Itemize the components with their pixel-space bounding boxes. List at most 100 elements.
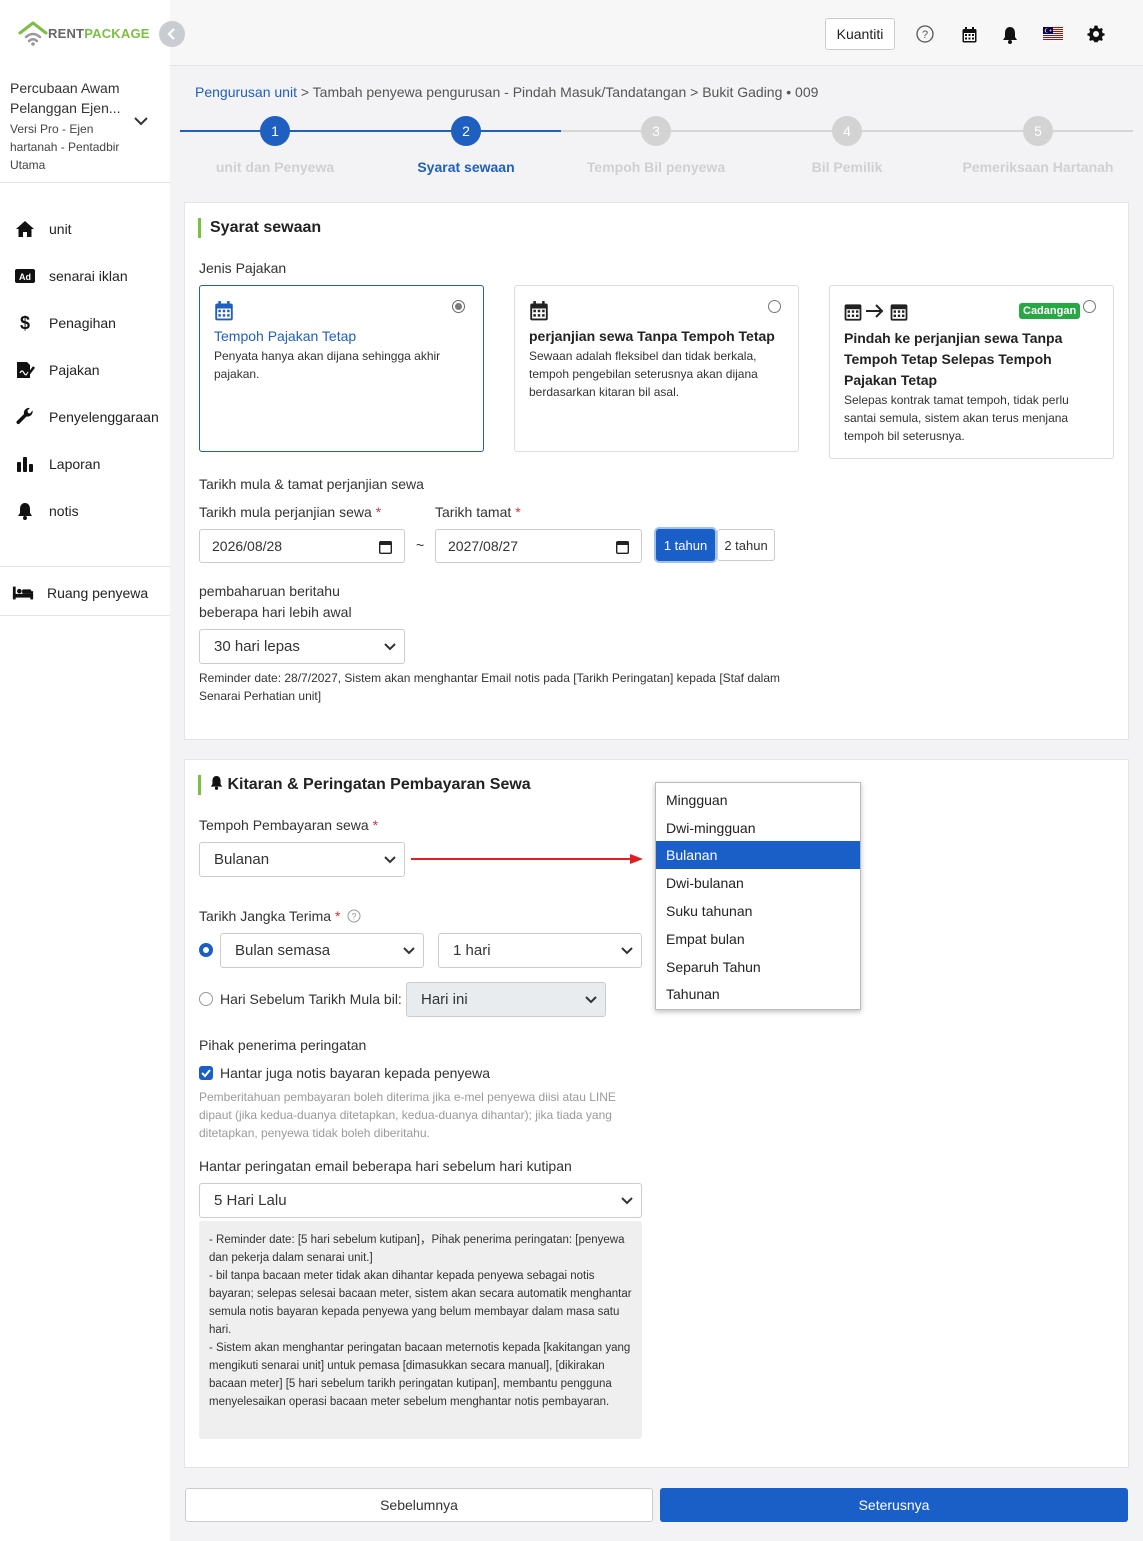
due-day-select[interactable]: 1 hari xyxy=(438,933,642,968)
start-date-label-text: Tarikh mula perjanjian sewa xyxy=(199,504,372,520)
step-3-label: Tempoh Bil penyewa xyxy=(586,159,726,175)
dropdown-option-biweekly[interactable]: Dwi-mingguan xyxy=(656,814,860,842)
chevron-down-icon xyxy=(134,117,148,126)
recipients-label: Pihak penerima peringatan xyxy=(199,1037,367,1053)
checkmark-icon xyxy=(201,1069,211,1078)
next-button[interactable]: Seterusnya xyxy=(660,1488,1128,1522)
sidebar: RENT PACKAGE Percubaan Awam Pelanggan Ej… xyxy=(0,0,170,1541)
collapse-sidebar-button[interactable] xyxy=(159,21,185,47)
lease-type-label: Jenis Pajakan xyxy=(199,260,287,276)
svg-text:?: ? xyxy=(352,912,357,922)
days-before-select[interactable]: Hari ini xyxy=(406,982,606,1017)
step-2-label: Syarat sewaan xyxy=(417,159,515,175)
due-date-label-text: Tarikh Jangka Terima xyxy=(199,908,332,924)
sidebar-item-reports[interactable]: Laporan xyxy=(14,452,100,476)
date-range-separator: ~ xyxy=(416,537,425,553)
step-3-circle[interactable]: 3 xyxy=(641,116,671,146)
previous-button[interactable]: Sebelumnya xyxy=(185,1488,653,1522)
lease-option-fixed[interactable]: Tempoh Pajakan Tetap Penyata hanya akan … xyxy=(199,285,484,452)
dropdown-option-half-yearly[interactable]: Separuh Tahun xyxy=(656,953,860,981)
payment-period-value: Bulanan xyxy=(214,851,270,868)
chevron-down-icon xyxy=(621,1196,633,1204)
lease-option-desc: Sewaan adalah fleksibel dan tidak berkal… xyxy=(529,349,758,399)
dropdown-option-four-monthly[interactable]: Empat bulan xyxy=(656,925,860,953)
dollar-icon: $ xyxy=(19,312,30,333)
gear-icon[interactable] xyxy=(1087,25,1105,43)
calendar-icon[interactable] xyxy=(616,540,629,554)
malaysia-flag-icon[interactable] xyxy=(1043,27,1063,41)
calendar-icon[interactable] xyxy=(962,27,977,43)
svg-text:Ad: Ad xyxy=(19,272,31,282)
lease-option-desc: Selepas kontrak tamat tempoh, tidak perl… xyxy=(844,393,1069,443)
dropdown-option-monthly[interactable]: Bulanan xyxy=(656,841,860,869)
due-month-value: Bulan semasa xyxy=(235,942,331,959)
email-days-select[interactable]: 5 Hari Lalu xyxy=(199,1183,642,1218)
step-5-circle[interactable]: 5 xyxy=(1023,116,1053,146)
sidebar-item-label: senarai iklan xyxy=(49,268,128,284)
step-4-circle[interactable]: 4 xyxy=(832,116,862,146)
days-before-radio[interactable] xyxy=(199,992,213,1006)
dropdown-option-quarterly[interactable]: Suku tahunan xyxy=(656,897,860,925)
calendar-icon xyxy=(215,301,233,321)
step-5-label: Pemeriksaan Hartanah xyxy=(962,159,1114,175)
chevron-left-icon xyxy=(167,28,175,40)
lease-option-open-ended-radio[interactable] xyxy=(768,300,781,313)
renew-notice-label-line1: pembaharuan beritahu xyxy=(199,583,340,599)
sidebar-item-label: notis xyxy=(49,503,79,519)
notify-tenant-checkbox[interactable] xyxy=(199,1066,213,1080)
bell-icon[interactable] xyxy=(1002,26,1018,44)
step-2-circle[interactable]: 2 xyxy=(451,116,481,146)
lease-option-fixed-radio[interactable] xyxy=(452,300,465,313)
info-line-3: - Sistem akan menghantar peringatan baca… xyxy=(209,1342,631,1408)
dropdown-option-bimonthly[interactable]: Dwi-bulanan xyxy=(656,869,860,897)
payment-period-select[interactable]: Bulanan xyxy=(199,842,405,877)
due-month-radio[interactable] xyxy=(199,943,213,957)
quantity-button[interactable]: Kuantiti xyxy=(825,18,895,50)
one-year-button[interactable]: 1 tahun xyxy=(656,529,715,561)
stepper-progress-line xyxy=(180,130,561,132)
due-month-select[interactable]: Bulan semasa xyxy=(220,933,424,968)
end-date-label-text: Tarikh tamat xyxy=(435,504,512,520)
help-icon[interactable]: ? xyxy=(347,909,361,923)
contract-icon xyxy=(14,360,36,380)
lease-option-convert-radio[interactable] xyxy=(1083,300,1096,313)
lease-option-title: perjanjian sewa Tanpa Tempoh Tetap xyxy=(529,328,775,344)
lease-option-open-ended[interactable]: perjanjian sewa Tanpa Tempoh Tetap Sewaa… xyxy=(514,285,799,452)
account-switcher[interactable]: Percubaan Awam Pelanggan Ejen... Versi P… xyxy=(10,78,160,174)
end-date-input[interactable]: 2027/08/27 xyxy=(435,529,642,563)
sidebar-item-billing[interactable]: $ Penagihan xyxy=(14,311,116,335)
breadcrumb-link[interactable]: Pengurusan unit xyxy=(195,84,297,100)
brand-logo[interactable]: RENT PACKAGE xyxy=(18,20,150,46)
calendar-icon[interactable] xyxy=(379,540,392,554)
wifi-house-icon xyxy=(18,21,48,46)
step-1-circle[interactable]: 1 xyxy=(260,116,290,146)
renew-notice-select[interactable]: 30 hari lepas xyxy=(199,629,405,664)
sidebar-item-maintenance[interactable]: Penyelenggaraan xyxy=(14,405,159,429)
sidebar-item-leases[interactable]: Pajakan xyxy=(14,358,100,382)
ad-icon: Ad xyxy=(14,266,36,286)
help-icon[interactable]: ? xyxy=(916,25,934,43)
brand-name-part1: RENT xyxy=(48,25,85,41)
dropdown-option-weekly[interactable]: Mingguan xyxy=(656,786,860,814)
sidebar-item-label: Penyelenggaraan xyxy=(49,409,159,425)
notify-tenant-note: Pemberitahuan pembayaran boleh diterima … xyxy=(199,1090,616,1140)
breadcrumb-trail: > Tambah penyewa pengurusan - Pindah Mas… xyxy=(296,84,819,100)
payment-period-label-text: Tempoh Pembayaran sewa xyxy=(199,817,369,833)
sidebar-item-unit[interactable]: unit xyxy=(14,217,72,241)
due-day-value: 1 hari xyxy=(453,942,491,959)
calendar-icon xyxy=(530,301,548,321)
start-date-input[interactable]: 2026/08/28 xyxy=(199,529,405,563)
payment-period-dropdown[interactable]: Mingguan Dwi-mingguan Bulanan Dwi-bulana… xyxy=(655,782,861,1010)
account-name: Percubaan Awam Pelanggan Ejen... xyxy=(10,80,121,116)
bar-chart-icon xyxy=(14,454,36,474)
lease-option-convert[interactable]: Cadangan Pindah ke perjanjian sewa Tanpa… xyxy=(829,285,1114,459)
wrench-icon xyxy=(14,407,36,427)
two-year-button[interactable]: 2 tahun xyxy=(717,529,775,561)
sidebar-item-ads[interactable]: Ad senarai iklan xyxy=(14,264,128,288)
sidebar-item-tenant-room[interactable]: Ruang penyewa xyxy=(12,581,148,605)
required-asterisk: * xyxy=(375,504,382,520)
sidebar-item-notices[interactable]: notis xyxy=(14,499,79,523)
recommended-badge: Cadangan xyxy=(1019,303,1081,319)
dropdown-option-yearly[interactable]: Tahunan xyxy=(656,980,860,1008)
lease-option-title: Pindah ke perjanjian sewa Tanpa Tempoh T… xyxy=(844,330,1063,388)
